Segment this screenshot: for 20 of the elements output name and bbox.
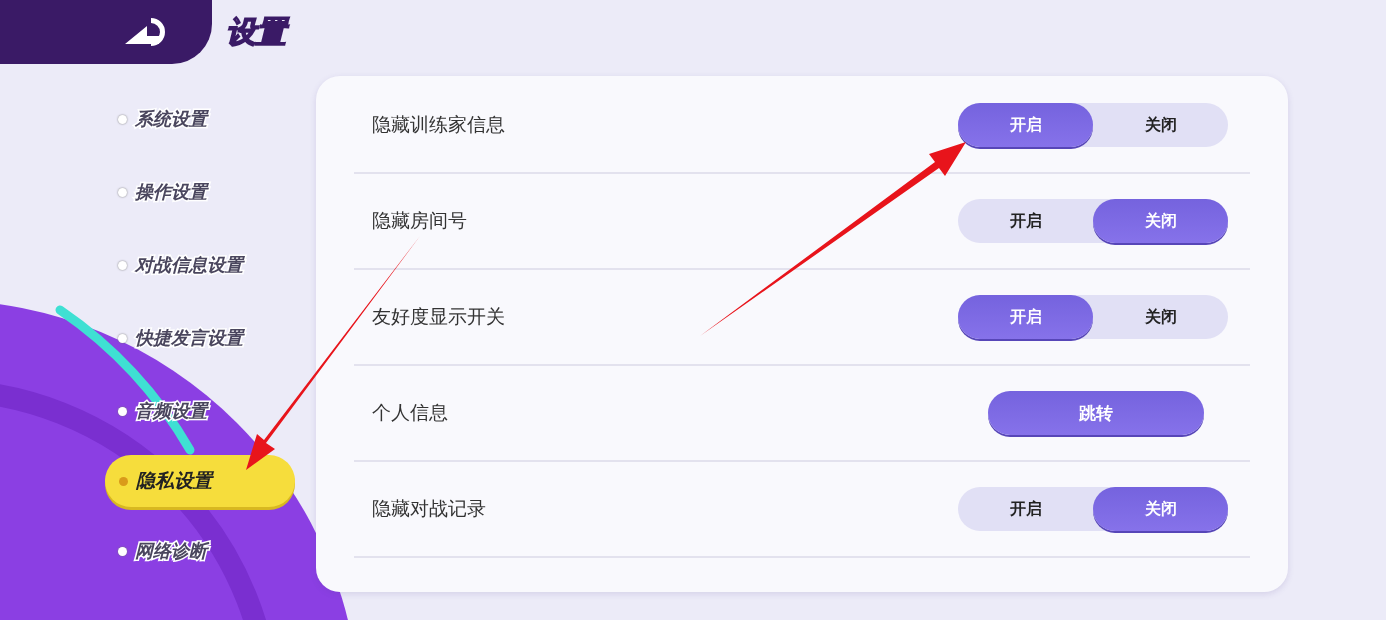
toggle-option[interactable]: 开启 <box>958 199 1093 243</box>
sidebar-item[interactable]: 隐私设置 <box>105 455 295 507</box>
setting-label: 隐藏训练家信息 <box>372 112 505 137</box>
toggle-option[interactable]: 关闭 <box>1093 487 1228 531</box>
setting-label: 个人信息 <box>372 400 448 425</box>
toggle-option[interactable]: 开启 <box>958 487 1093 531</box>
setting-label: 隐藏对战记录 <box>372 496 486 521</box>
toggle-option[interactable]: 关闭 <box>1093 103 1228 147</box>
back-button[interactable] <box>0 0 212 64</box>
toggle-option[interactable]: 开启 <box>958 103 1093 147</box>
toggle-option[interactable]: 开启 <box>958 295 1093 339</box>
sidebar-item[interactable]: 快捷发言设置 <box>118 317 243 359</box>
toggle-option[interactable]: 关闭 <box>1093 199 1228 243</box>
setting-label: 隐藏房间号 <box>372 208 467 233</box>
setting-label: 友好度显示开关 <box>372 304 505 329</box>
sidebar-item[interactable]: 对战信息设置 <box>118 244 243 286</box>
jump-button[interactable]: 跳转 <box>988 391 1204 435</box>
sidebar-item[interactable]: 系统设置 <box>118 98 207 140</box>
sidebar-item[interactable]: 操作设置 <box>118 171 207 213</box>
toggle-option[interactable]: 关闭 <box>1093 295 1228 339</box>
